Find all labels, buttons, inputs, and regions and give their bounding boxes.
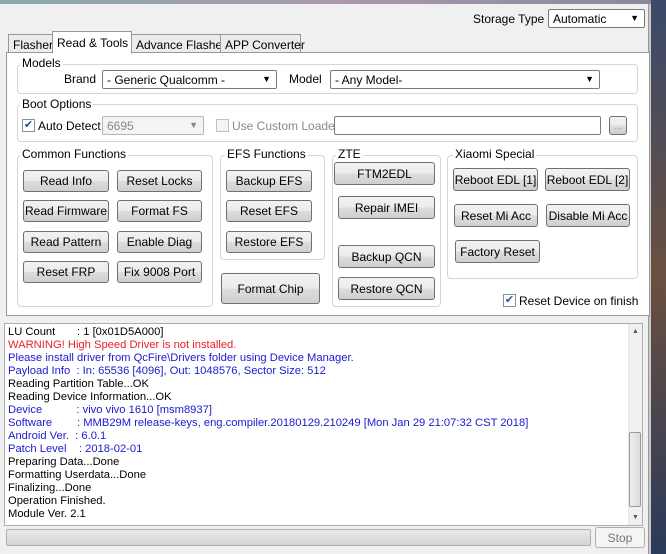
log-line: Reading Device Information...OK [8,391,172,403]
restore-qcn-button[interactable]: Restore QCN [338,277,435,300]
factory-reset-button[interactable]: Factory Reset [455,240,540,263]
common-functions-title: Common Functions [20,147,129,161]
log-line: Reading Partition Table...OK [8,378,149,390]
xiaomi-special-title: Xiaomi Special [453,147,537,161]
reset-efs-button[interactable]: Reset EFS [226,200,312,222]
fix-9008-port-button[interactable]: Fix 9008 Port [117,261,202,283]
efs-functions-title: EFS Functions [225,147,308,161]
boot-options-title: Boot Options [20,97,94,111]
desktop-background-right [651,0,666,554]
reset-frp-button[interactable]: Reset FRP [23,261,109,283]
restore-efs-button[interactable]: Restore EFS [226,231,312,253]
stop-button[interactable]: Stop [595,527,645,548]
reset-on-finish-checkbox[interactable]: ✔ [503,294,516,307]
auto-detect-label: Auto Detect [38,119,101,133]
log-line: Patch Level : 2018-02-01 [8,443,143,455]
chevron-down-icon: ▼ [585,74,594,84]
storage-type-select[interactable]: Automatic ▼ [548,9,645,28]
tab-app-converter[interactable]: APP Converter [220,34,305,54]
tab-advance-flasher[interactable]: Advance Flasher [131,34,226,54]
storage-type-value: Automatic [553,12,607,26]
log-line: Device : vivo vivo 1610 [msm8937] [8,404,212,416]
chevron-down-icon: ▼ [630,13,639,23]
log-line: Finalizing...Done [8,482,92,494]
models-group-title: Models [20,56,63,70]
port-select[interactable]: 6695 ▼ [102,116,204,135]
backup-qcn-button[interactable]: Backup QCN [338,245,435,268]
zte-title: ZTE [336,147,363,161]
log-line: WARNING! High Speed Driver is not instal… [8,339,237,351]
tab-flasher[interactable]: Flasher [8,34,53,54]
reset-on-finish-label: Reset Device on finish [519,294,639,308]
reset-locks-button[interactable]: Reset Locks [117,170,202,192]
enable-diag-button[interactable]: Enable Diag [117,231,202,253]
auto-detect-checkbox[interactable]: ✔ [22,119,35,132]
log-line: Module Ver. 2.1 [8,508,86,520]
reset-mi-acc-button[interactable]: Reset Mi Acc [454,204,538,227]
brand-value: - Generic Qualcomm - [107,73,226,87]
log-line: Payload Info : In: 65536 [4096], Out: 10… [8,365,326,377]
reboot-edl-1-button[interactable]: Reboot EDL [1] [453,168,538,191]
chevron-down-icon: ▼ [189,120,198,130]
storage-type-label: Storage Type [473,12,545,26]
scroll-down-icon[interactable]: ▼ [632,514,639,521]
log-line: Software : MMB29M release-keys, eng.comp… [8,417,529,429]
scroll-up-icon[interactable]: ▲ [632,328,639,335]
log-line: LU Count : 1 [0x01D5A000] [8,326,164,338]
read-firmware-button[interactable]: Read Firmware [23,200,109,222]
read-pattern-button[interactable]: Read Pattern [23,231,109,253]
chevron-down-icon: ▼ [262,74,271,84]
log-line: Android Ver. : 6.0.1 [8,430,107,442]
model-select[interactable]: - Any Model- ▼ [330,70,600,89]
log-line: Formatting Userdata...Done [8,469,147,481]
format-fs-button[interactable]: Format FS [117,200,202,222]
disable-mi-acc-button[interactable]: Disable Mi Acc [546,204,630,227]
custom-loader-checkbox[interactable] [216,119,229,132]
port-value: 6695 [107,119,134,133]
log-line: Preparing Data...Done [8,456,120,468]
log-line: Please install driver from QcFire\Driver… [8,352,354,364]
scrollbar-thumb[interactable] [629,432,641,507]
progress-bar [6,529,591,546]
brand-label: Brand [64,72,97,86]
brand-select[interactable]: - Generic Qualcomm - ▼ [102,70,277,89]
read-info-button[interactable]: Read Info [23,170,109,192]
browse-loader-button[interactable]: ... [609,116,627,135]
repair-imei-button[interactable]: Repair IMEI [338,196,435,219]
backup-efs-button[interactable]: Backup EFS [226,170,312,192]
desktop-background [0,0,666,4]
log-line: Operation Finished. [8,495,106,507]
loader-path-input[interactable] [334,116,601,135]
log-output[interactable]: LU Count : 1 [0x01D5A000] WARNING! High S… [4,323,643,526]
tab-read-tools[interactable]: Read & Tools [52,31,132,54]
reboot-edl-2-button[interactable]: Reboot EDL [2] [545,168,630,191]
format-chip-button[interactable]: Format Chip [221,273,320,304]
ftm2edl-button[interactable]: FTM2EDL [334,162,435,185]
model-value: - Any Model- [335,73,403,87]
model-label: Model [289,72,322,86]
custom-loader-label: Use Custom Loader [232,119,339,133]
